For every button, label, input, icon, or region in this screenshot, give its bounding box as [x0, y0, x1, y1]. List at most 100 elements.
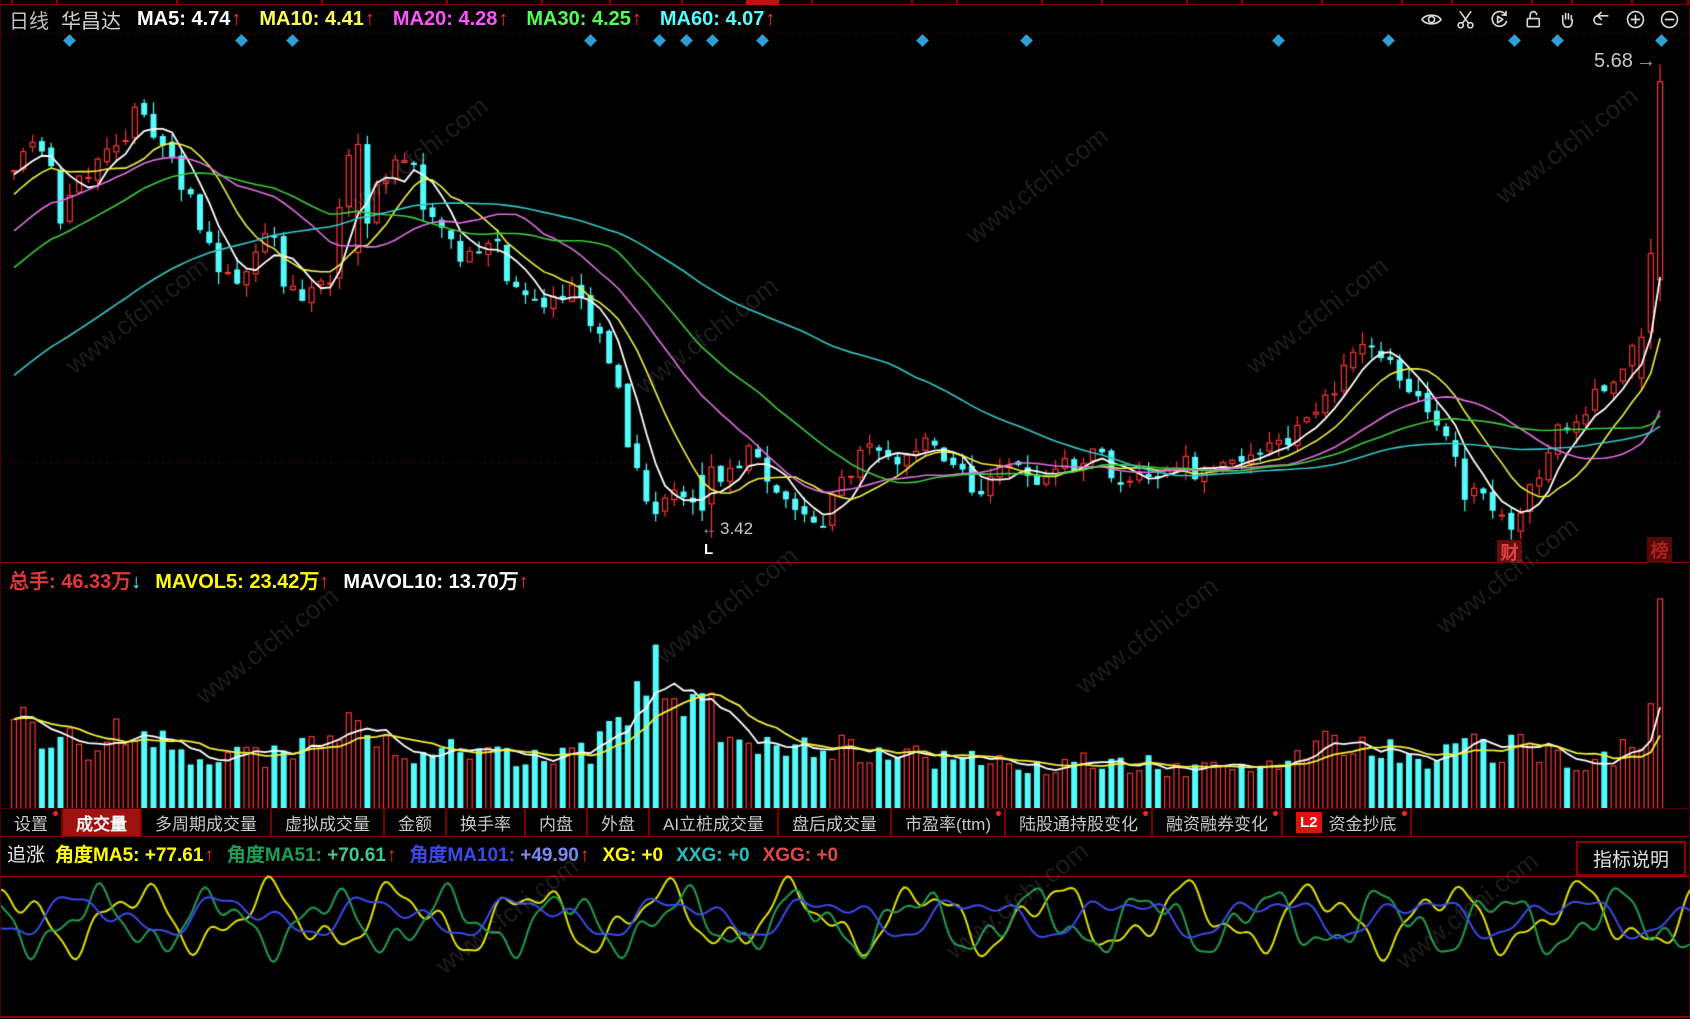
indicator-stat-4: XXG: +0 — [676, 845, 749, 866]
low-price-label: ← 3.42 — [701, 519, 753, 539]
indicator-stat-1: 角度MA51: +70.61↑ — [227, 845, 396, 866]
arrow-left-icon: ← — [701, 519, 718, 538]
tab-AI立桩成交量[interactable]: AI立桩成交量 — [650, 809, 780, 836]
hand-pan-icon[interactable] — [1556, 8, 1579, 31]
low-marker: L — [704, 541, 714, 558]
up-arrow-icon: ↑ — [579, 844, 590, 866]
tab-label: 市盈率(ttm) — [905, 815, 991, 834]
notification-dot-icon — [53, 811, 58, 816]
tab-label: 金额 — [398, 815, 432, 834]
tab-label: 多周期成交量 — [155, 815, 257, 834]
ma5-label: MA5: 4.74↑ — [137, 8, 241, 30]
tab-label: 内盘 — [539, 815, 573, 834]
indicator-values-group: 角度MA5: +77.61↑ 角度MA51: +70.61↑ 角度MA101: +4… — [55, 840, 851, 867]
indicator-name: 追涨 — [7, 844, 46, 866]
oscillator-chart[interactable] — [1, 868, 1690, 1016]
bang-badge[interactable]: 榜 — [1647, 537, 1672, 563]
indicator-stat-value: +70.61 — [327, 844, 386, 866]
tab-金额[interactable]: 金额 — [385, 809, 447, 836]
volume-stat-arrow-icon: ↑ — [319, 570, 330, 593]
ma-label-text: MA20: 4.28 — [392, 7, 498, 30]
stock-app-window: 日线 华昌达 MA5: 4.74↑ MA10: 4.41↑ MA20: 4.28↑ M… — [0, 0, 1690, 1019]
tab-融资融券变化[interactable]: 融资融券变化 — [1153, 809, 1283, 836]
candlestick-chart[interactable] — [1, 33, 1690, 563]
ma-values-group: MA5: 4.74↑ MA10: 4.41↑ MA20: 4.28↑ MA30: 4.… — [137, 8, 793, 31]
indicator-tab-bar: 设置 成交量 多周期成交量 虚拟成交量 金额 换手率 内盘 外盘 AI立桩成交量 盘后成交量 市盈率… — [1, 808, 1689, 837]
high-price-value: 5.68 — [1594, 50, 1633, 72]
high-price-label: 5.68 → — [1594, 50, 1656, 73]
tab-多周期成交量[interactable]: 多周期成交量 — [142, 809, 272, 836]
tab-label: 陆股通持股变化 — [1019, 815, 1138, 834]
ma20-label: MA20: 4.28↑ — [393, 8, 509, 30]
tab-成交量[interactable]: 成交量 — [63, 809, 142, 836]
tab-盘后成交量[interactable]: 盘后成交量 — [779, 809, 893, 836]
tab-label: 盘后成交量 — [792, 815, 878, 834]
volume-pane — [1, 592, 1690, 808]
zoom-out-icon[interactable] — [1658, 8, 1681, 31]
arrow-right-icon: → — [1635, 50, 1656, 72]
volume-stat-0: 总手: 46.33万↓ — [9, 565, 141, 594]
ma-label-text: MA5: 4.74 — [137, 7, 231, 30]
l2-badge: L2 — [1296, 812, 1322, 833]
lock-icon[interactable] — [1522, 8, 1545, 31]
tab-内盘[interactable]: 内盘 — [526, 809, 588, 836]
volume-stat-text: MAVOL5: 23.42万 — [155, 570, 320, 593]
undo-icon[interactable] — [1590, 8, 1613, 31]
indicator-stat-2: 角度MA101: +49.90↑ — [409, 845, 589, 866]
ma-label-text: MA10: 4.41 — [259, 7, 364, 30]
tab-label: 虚拟成交量 — [285, 815, 370, 834]
volume-stat-1: MAVOL5: 23.42万↑ — [155, 565, 329, 594]
notification-dot-icon — [996, 811, 1001, 816]
indicator-stat-label: XXG: — [676, 844, 728, 866]
up-arrow-icon: ↑ — [364, 7, 375, 30]
tab-设置[interactable]: 设置 — [1, 809, 63, 836]
period-label: 日线 — [9, 10, 49, 33]
tab-label: 设置 — [14, 815, 48, 834]
notification-dot-icon — [1401, 811, 1407, 816]
indicator-stat-label: 角度MA5: — [55, 844, 145, 866]
cai-badge[interactable]: 财 — [1497, 540, 1522, 563]
stock-name: 华昌达 — [61, 10, 121, 33]
bottom-border — [1, 1016, 1689, 1018]
indicator-stat-label: XG: — [602, 844, 642, 866]
tab-陆股通持股变化[interactable]: 陆股通持股变化 — [1006, 809, 1153, 836]
tab-市盈率(ttm)[interactable]: 市盈率(ttm) — [892, 809, 1006, 836]
indicator-stat-label: 角度MA101: — [409, 844, 521, 866]
tab-外盘[interactable]: 外盘 — [588, 809, 650, 836]
tab-换手率[interactable]: 换手率 — [447, 809, 526, 836]
indicator-stat-value: +0 — [641, 844, 664, 866]
indicator-stat-value: +77.61 — [144, 844, 204, 866]
indicator-stat-label: 角度MA51: — [226, 844, 328, 866]
replay-icon[interactable] — [1488, 8, 1511, 31]
volume-chart[interactable] — [1, 592, 1690, 808]
tab-label: 换手率 — [460, 815, 511, 834]
ma-label-text: MA30: 4.25 — [526, 7, 631, 30]
volume-stat-text: MAVOL10: 13.70万 — [343, 570, 519, 593]
tab-label: 外盘 — [601, 815, 635, 834]
volume-stat-arrow-icon: ↓ — [131, 570, 142, 593]
up-arrow-icon: ↑ — [386, 844, 397, 866]
scissors-icon[interactable] — [1454, 8, 1477, 31]
tab-label: 资金抄底 — [1328, 815, 1397, 834]
chart-toolbar — [1420, 8, 1681, 31]
ma30-label: MA30: 4.25↑ — [526, 8, 642, 30]
volume-header: 总手: 46.33万↓ MAVOL5: 23.42万↑ MAVOL10: 13.70… — [1, 565, 1689, 594]
notification-dot-icon — [1143, 811, 1148, 816]
indicator-stat-value: +49.90 — [520, 844, 579, 866]
tab-资金抄底[interactable]: L2 资金抄底 — [1283, 809, 1412, 836]
up-arrow-icon: ↑ — [231, 7, 242, 30]
eye-icon[interactable] — [1420, 8, 1443, 31]
up-arrow-icon: ↑ — [204, 844, 214, 866]
tab-label: 成交量 — [76, 815, 127, 834]
ma60-label: MA60: 4.07↑ — [660, 8, 776, 30]
volume-stat-arrow-icon: ↑ — [518, 570, 529, 593]
notification-dot-icon — [1273, 811, 1278, 816]
indicator-stat-label: XGG: — [762, 844, 817, 866]
indicator-stat-value: +0 — [816, 844, 839, 866]
tab-虚拟成交量[interactable]: 虚拟成交量 — [272, 809, 385, 836]
indicator-stat-value: +0 — [727, 844, 750, 866]
volume-stat-2: MAVOL10: 13.70万↑ — [343, 565, 528, 594]
up-arrow-icon: ↑ — [498, 7, 509, 30]
zoom-in-icon[interactable] — [1624, 8, 1647, 31]
indicator-header: 追涨 角度MA5: +77.61↑ 角度MA51: +70.61↑ 角度MA101:… — [1, 838, 1689, 868]
